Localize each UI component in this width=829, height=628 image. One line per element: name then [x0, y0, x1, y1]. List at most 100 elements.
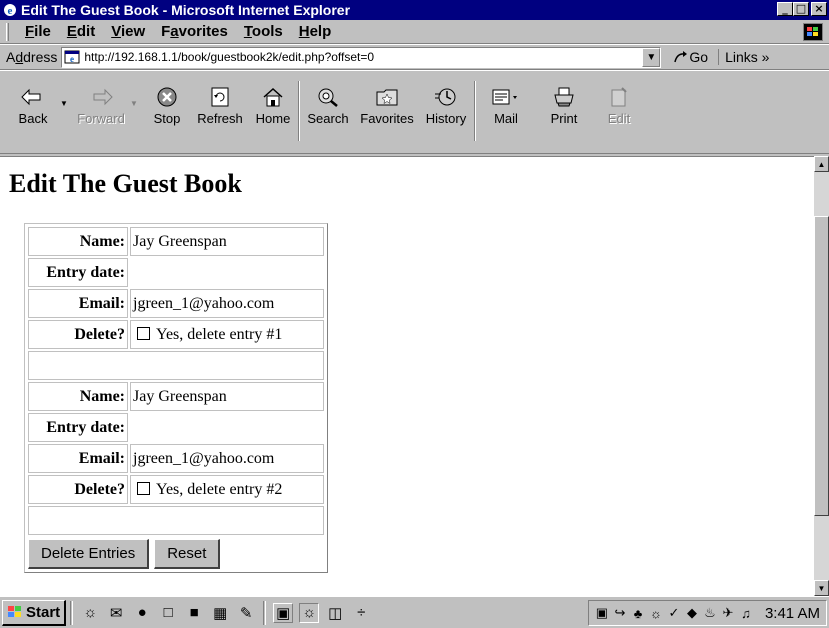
entry-separator: [28, 506, 324, 535]
address-dropdown-icon[interactable]: ▼: [642, 47, 661, 67]
task-ie-window-icon[interactable]: ☼: [299, 602, 320, 623]
delete-option: Yes, delete entry #1: [130, 320, 324, 349]
entry-email: jgreen_1@yahoo.com: [130, 289, 324, 318]
delete-entries-button[interactable]: Delete Entries: [28, 539, 150, 569]
refresh-button[interactable]: Refresh: [192, 75, 248, 147]
delete-option: Yes, delete entry #2: [130, 475, 324, 504]
stop-button[interactable]: Stop: [142, 75, 192, 147]
table-row: [28, 351, 324, 380]
entry-date-label: Entry date:: [28, 258, 128, 287]
menu-edit[interactable]: Edit: [59, 23, 103, 40]
reset-button[interactable]: Reset: [154, 539, 221, 569]
scroll-up-icon[interactable]: ▲: [814, 156, 829, 172]
tray-icon[interactable]: ✈: [719, 604, 737, 622]
menu-favorites[interactable]: Favorites: [153, 23, 236, 40]
address-url: http://192.168.1.1/book/guestbook2k/edit…: [84, 50, 375, 64]
taskbar-clock[interactable]: 3:41 AM: [765, 605, 820, 622]
ie-quicklaunch-icon[interactable]: ☼: [80, 603, 100, 623]
scroll-down-icon[interactable]: ▼: [814, 580, 829, 596]
table-row: [28, 506, 324, 535]
guestbook-edit-form: Name: Jay Greenspan Entry date: Email: j…: [24, 223, 328, 573]
tray-icon[interactable]: ↪: [611, 604, 629, 622]
name-label: Name:: [28, 227, 128, 256]
tray-icon[interactable]: ✓: [665, 604, 683, 622]
restore-button[interactable]: □: [793, 2, 809, 16]
page-heading: Edit The Guest Book: [9, 169, 242, 198]
page-content: Edit The Guest Book Name: Jay Greenspan …: [0, 156, 814, 596]
tray-icon[interactable]: ▣: [593, 604, 611, 622]
menu-view[interactable]: View: [103, 23, 153, 40]
table-row: Email: jgreen_1@yahoo.com: [28, 444, 324, 473]
delete-label: Delete?: [28, 475, 128, 504]
entry-name: Jay Greenspan: [130, 227, 324, 256]
name-label: Name:: [28, 382, 128, 411]
explorer-quicklaunch-icon[interactable]: ▦: [210, 603, 230, 623]
scroll-thumb[interactable]: [814, 216, 829, 516]
home-button[interactable]: Home: [248, 75, 298, 147]
task-window-icon[interactable]: ▣: [273, 602, 294, 623]
back-button[interactable]: Back: [6, 75, 60, 147]
standard-toolbar: Back ▼ Forward ▼ Stop Refresh Home Searc…: [0, 70, 829, 154]
start-button[interactable]: Start: [2, 599, 67, 626]
table-row: Entry date:: [28, 258, 324, 287]
tray-icon[interactable]: ☼: [647, 604, 665, 622]
close-button[interactable]: ×: [811, 2, 827, 16]
menu-grip[interactable]: [6, 22, 9, 41]
svg-text:e: e: [8, 5, 13, 17]
title-bar[interactable]: e Edit The Guest Book - Microsoft Intern…: [0, 0, 829, 20]
monitor-quicklaunch-icon[interactable]: ■: [184, 603, 204, 623]
notepad-quicklaunch-icon[interactable]: ✎: [236, 603, 256, 623]
menu-help[interactable]: Help: [291, 23, 340, 40]
print-button[interactable]: Print: [536, 75, 592, 147]
tray-icon[interactable]: ◆: [683, 604, 701, 622]
refresh-icon: [210, 85, 230, 109]
mail-icon: [491, 85, 521, 109]
system-tray: ▣ ↪ ♣ ☼ ✓ ◆ ♨ ✈ ♫ 3:41 AM: [587, 600, 827, 626]
back-arrow-icon: [20, 85, 46, 109]
delete-entry-checkbox[interactable]: [137, 481, 150, 495]
tray-icon[interactable]: ♨: [701, 604, 719, 622]
address-input[interactable]: e http://192.168.1.1/book/guestbook2k/ed…: [61, 46, 662, 68]
favorites-button[interactable]: Favorites: [356, 75, 418, 147]
form-buttons: Delete Entries Reset: [26, 537, 326, 571]
minimize-button[interactable]: _: [777, 2, 793, 16]
menu-tools[interactable]: Tools: [236, 23, 291, 40]
taskbar-separator: [263, 600, 267, 625]
entry-date-value: [130, 413, 324, 442]
task-window-icon[interactable]: ◫: [325, 603, 345, 623]
entry-email: jgreen_1@yahoo.com: [130, 444, 324, 473]
menu-bar: File Edit View Favorites Tools Help: [0, 20, 829, 44]
forward-dropdown-icon[interactable]: ▼: [130, 75, 142, 147]
outlook-quicklaunch-icon[interactable]: ✉: [106, 603, 126, 623]
table-row: Entry date:: [28, 413, 324, 442]
printer-icon: [552, 85, 576, 109]
address-bar: Address e http://192.168.1.1/book/guestb…: [0, 44, 829, 70]
delete-entry-text: Yes, delete entry #2: [156, 480, 283, 498]
task-window-icon[interactable]: ÷: [351, 603, 371, 623]
history-icon: [434, 85, 458, 109]
ie-app-icon[interactable]: e: [2, 2, 18, 18]
edit-button[interactable]: Edit: [592, 75, 646, 147]
windows-flag-icon: [8, 606, 21, 617]
go-button[interactable]: Go: [673, 49, 708, 65]
address-label: Address: [6, 49, 58, 65]
links-button[interactable]: Links »: [718, 49, 769, 65]
tray-icon[interactable]: ♣: [629, 604, 647, 622]
delete-entry-checkbox[interactable]: [137, 326, 150, 340]
mail-button[interactable]: Mail: [476, 75, 536, 147]
vertical-scrollbar[interactable]: ▲ ▼: [814, 156, 829, 596]
email-label: Email:: [28, 444, 128, 473]
channels-quicklaunch-icon[interactable]: ●: [132, 603, 152, 623]
history-button[interactable]: History: [418, 75, 474, 147]
desktop-quicklaunch-icon[interactable]: □: [158, 603, 178, 623]
table-row: Delete? Yes, delete entry #1: [28, 320, 324, 349]
back-dropdown-icon[interactable]: ▼: [60, 75, 72, 147]
menu-file[interactable]: File: [17, 23, 59, 40]
table-row: Delete? Yes, delete entry #2: [28, 475, 324, 504]
edit-page-icon: [608, 85, 630, 109]
search-button[interactable]: Search: [300, 75, 356, 147]
forward-button[interactable]: Forward: [72, 75, 130, 147]
search-icon: [316, 85, 340, 109]
stop-icon: [156, 85, 178, 109]
speaker-icon[interactable]: ♫: [737, 604, 755, 622]
